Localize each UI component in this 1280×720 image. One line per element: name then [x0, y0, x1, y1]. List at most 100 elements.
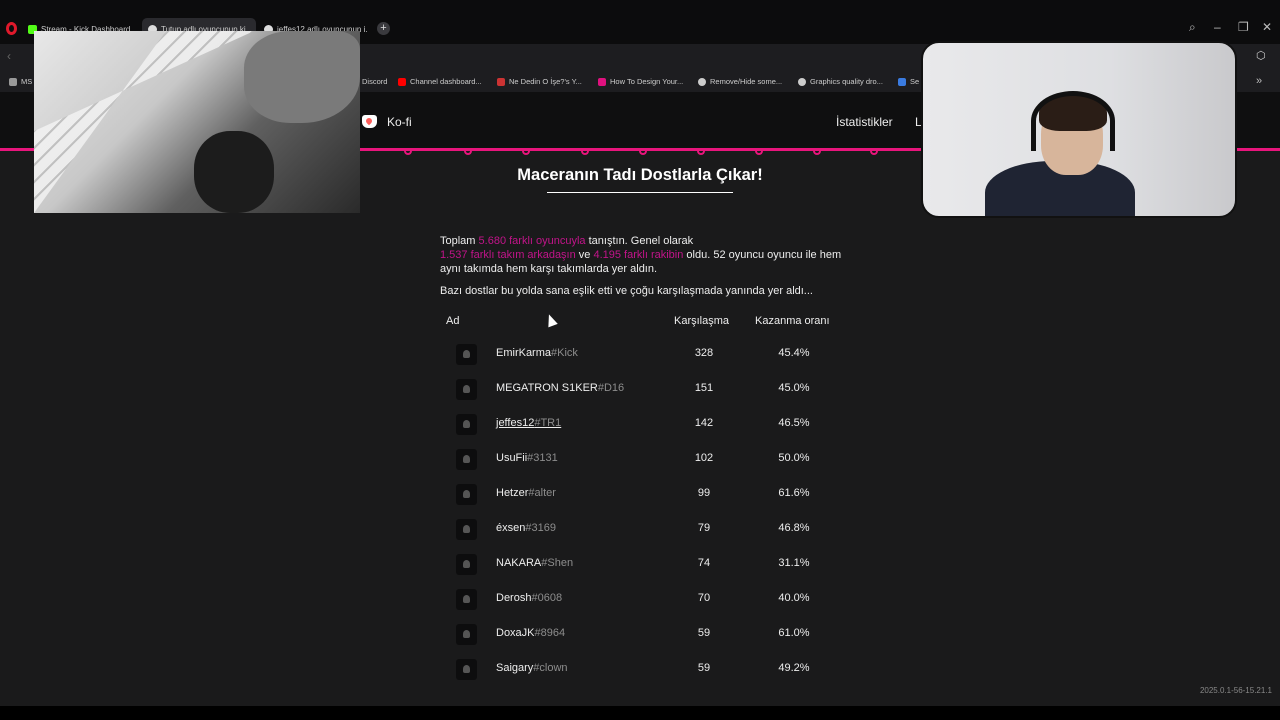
- avatar: [456, 554, 477, 575]
- bookmark-how-to-design[interactable]: How To Design Your...: [598, 77, 683, 86]
- headset-icon: [1031, 91, 1115, 151]
- bookmark-ne-dedin[interactable]: Ne Dedin O İşe?'s Y...: [497, 77, 582, 86]
- player-name: éxsen: [496, 522, 526, 534]
- restore-icon[interactable]: ❐: [1238, 20, 1249, 34]
- divider-ornament: [755, 149, 763, 155]
- player-tag: #TR1: [534, 417, 562, 429]
- bookmark-ms[interactable]: MS: [9, 77, 32, 86]
- player-name-link[interactable]: NAKARA#Shen: [496, 557, 573, 569]
- match-count: 142: [694, 417, 714, 429]
- more-bookmarks-icon[interactable]: »: [1256, 75, 1262, 87]
- avatar: [456, 484, 477, 505]
- player-name-link[interactable]: Derosh#0608: [496, 592, 562, 604]
- player-tag: #alter: [528, 487, 556, 499]
- player-tag: #8964: [534, 627, 566, 639]
- player-name-link[interactable]: EmirKarma#Kick: [496, 347, 578, 359]
- table-row[interactable]: EmirKarma#Kick 328 45.4%: [450, 337, 850, 371]
- webcam-overlay-left: [34, 31, 360, 213]
- kofi-cup-icon[interactable]: [362, 115, 377, 128]
- match-count: 102: [694, 452, 714, 464]
- divider-ornament: [697, 149, 705, 155]
- match-count: 59: [697, 662, 711, 674]
- table-row[interactable]: UsuFii#3131 102 50.0%: [450, 442, 850, 476]
- new-tab-plus-icon[interactable]: +: [377, 22, 390, 35]
- intro-paragraph: Toplam 5.680 farklı oyuncuyla tanıştın. …: [440, 234, 850, 276]
- player-name-link[interactable]: DoxaJK#8964: [496, 627, 565, 639]
- win-rate: 50.0%: [778, 452, 810, 464]
- webcam-overlay-streamer: [921, 41, 1237, 218]
- player-name: EmirKarma: [496, 347, 552, 359]
- match-count: 74: [697, 557, 711, 569]
- player-name-link[interactable]: Hetzer#alter: [496, 487, 556, 499]
- divider-ornament: [813, 149, 821, 155]
- player-name: Hetzer: [496, 487, 529, 499]
- bookmark-channel-dashboard[interactable]: Channel dashboard...: [398, 77, 482, 86]
- player-name: NAKARA: [496, 557, 542, 569]
- match-count: 328: [694, 347, 714, 359]
- kofi-link[interactable]: Ko-fi: [387, 115, 412, 129]
- close-icon[interactable]: ✕: [1262, 20, 1272, 34]
- player-tag: #D16: [597, 382, 625, 394]
- divider-ornament: [639, 149, 647, 155]
- title-underline: [547, 192, 733, 193]
- table-row[interactable]: Saigary#clown 59 49.2%: [450, 652, 850, 686]
- bookmark-remove-hide[interactable]: Remove/Hide some...: [698, 77, 782, 86]
- bookmark-label: Ne Dedin O İşe?'s Y...: [509, 77, 582, 86]
- bookmark-label: How To Design Your...: [610, 77, 684, 86]
- win-rate: 61.6%: [778, 487, 810, 499]
- bookmark-label: Channel dashboard...: [410, 77, 482, 86]
- opera-logo-icon[interactable]: [6, 22, 17, 35]
- subtitle-paragraph: Bazı dostlar bu yolda sana eşlik etti ve…: [440, 285, 813, 297]
- table-row[interactable]: Derosh#0608 70 40.0%: [450, 582, 850, 616]
- column-header-name: Ad: [446, 315, 460, 327]
- nav-statistics-link[interactable]: İstatistikler: [836, 115, 893, 129]
- webcam-shape: [194, 131, 274, 213]
- table-row[interactable]: jeffes12#TR1 142 46.5%: [450, 407, 850, 441]
- avatar: [456, 624, 477, 645]
- back-arrow-icon[interactable]: ‹: [7, 49, 11, 63]
- bookmark-se[interactable]: Se: [898, 77, 919, 86]
- chart-icon: [497, 77, 505, 86]
- player-name-link[interactable]: Saigary#clown: [496, 662, 568, 674]
- win-rate: 31.1%: [778, 557, 810, 569]
- table-row[interactable]: NAKARA#Shen 74 31.1%: [450, 547, 850, 581]
- divider-ornament: [522, 149, 530, 155]
- table-row[interactable]: DoxaJK#8964 59 61.0%: [450, 617, 850, 651]
- globe-icon: [698, 77, 706, 86]
- avatar: [456, 449, 477, 470]
- intro-text: tanıştın. Genel olarak: [585, 235, 694, 247]
- player-name: jeffes12: [496, 417, 535, 429]
- player-tag: #Shen: [541, 557, 574, 569]
- extension-icon[interactable]: ⬡: [1256, 49, 1266, 62]
- player-tag: #3131: [527, 452, 558, 464]
- avatar: [456, 519, 477, 540]
- table-row[interactable]: MEGATRON S1KER#D16 151 45.0%: [450, 372, 850, 406]
- win-rate: 46.8%: [778, 522, 810, 534]
- avatar: [456, 589, 477, 610]
- bookmark-graphics-quality[interactable]: Graphics quality dro...: [798, 77, 883, 86]
- bookmark-label: Discord: [362, 77, 388, 86]
- table-row[interactable]: éxsen#3169 79 46.8%: [450, 512, 850, 546]
- divider-ornament: [581, 149, 589, 155]
- divider-ornament: [464, 149, 472, 155]
- webcam-shape: [244, 31, 360, 123]
- table-row[interactable]: Hetzer#alter 99 61.6%: [450, 477, 850, 511]
- player-name-link[interactable]: UsuFii#3131: [496, 452, 558, 464]
- minimize-icon[interactable]: –: [1214, 20, 1221, 34]
- match-count: 151: [694, 382, 714, 394]
- divider-ornament: [870, 149, 878, 155]
- player-name-link[interactable]: jeffes12#TR1: [496, 417, 561, 429]
- version-label: 2025.0.1-56-15.21.1: [1199, 686, 1272, 695]
- player-tag: #3169: [525, 522, 556, 534]
- bookmark-discord[interactable]: Discord: [362, 77, 387, 86]
- intro-text: Toplam: [440, 235, 479, 247]
- player-name: MEGATRON S1KER: [496, 382, 598, 394]
- match-count: 99: [697, 487, 711, 499]
- match-count: 79: [697, 522, 711, 534]
- player-tag: #0608: [531, 592, 563, 604]
- player-tag: #Kick: [551, 347, 578, 359]
- player-name-link[interactable]: éxsen#3169: [496, 522, 556, 534]
- search-icon[interactable]: ⌕: [1189, 20, 1196, 35]
- player-name-link[interactable]: MEGATRON S1KER#D16: [496, 382, 624, 394]
- figma-icon: [598, 77, 606, 86]
